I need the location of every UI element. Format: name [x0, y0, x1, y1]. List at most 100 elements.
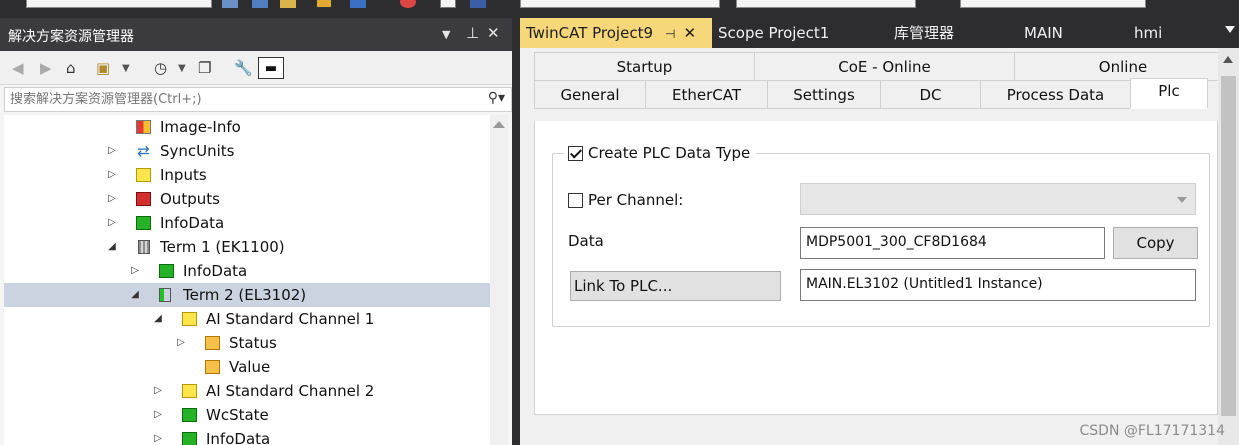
- tab-ethercat[interactable]: EtherCAT: [645, 80, 768, 109]
- toolbar-icon[interactable]: [316, 0, 332, 8]
- expand-arrow-icon[interactable]: ▷: [129, 259, 141, 283]
- tab-online[interactable]: Online: [1014, 52, 1232, 81]
- collapse-arrow-icon[interactable]: ◢: [152, 307, 164, 331]
- chevron-down-icon[interactable]: [1177, 197, 1187, 203]
- infodata-icon: [182, 432, 197, 445]
- tree-node-value[interactable]: Value: [4, 355, 490, 379]
- tree-node-infodata[interactable]: ▷ InfoData: [4, 211, 490, 235]
- close-icon[interactable]: ✕: [487, 24, 500, 42]
- project-combo[interactable]: [520, 0, 720, 8]
- checkbox-checked-icon[interactable]: [568, 145, 583, 161]
- per-channel-combo[interactable]: [800, 183, 1196, 215]
- tab-label: DC: [919, 86, 942, 104]
- collapse-arrow-icon[interactable]: ◢: [129, 283, 141, 307]
- scroll-up-icon[interactable]: [493, 121, 505, 128]
- copy-button[interactable]: Copy: [1113, 227, 1198, 259]
- tab-general[interactable]: General: [534, 80, 646, 109]
- close-icon[interactable]: ✕: [683, 24, 696, 42]
- toolbar-icon[interactable]: [470, 0, 486, 8]
- tab-dc[interactable]: DC: [880, 80, 981, 109]
- forward-icon[interactable]: ▶: [40, 57, 52, 79]
- expand-arrow-icon[interactable]: ▷: [152, 379, 164, 403]
- tree-node-syncunits[interactable]: ▷ ⇄ SyncUnits: [4, 139, 490, 163]
- collapse-arrow-icon[interactable]: ◢: [106, 235, 118, 259]
- tab-overflow-dropdown-icon[interactable]: [1225, 26, 1235, 33]
- pin-icon[interactable]: ⊥: [466, 24, 479, 42]
- per-channel-checkbox[interactable]: Per Channel:: [568, 190, 683, 210]
- doc-tab-hmi[interactable]: hmi: [1134, 18, 1162, 48]
- expand-arrow-icon[interactable]: ▷: [106, 187, 118, 211]
- tree-node-outputs[interactable]: ▷ Outputs: [4, 187, 490, 211]
- tree-node-wcstate[interactable]: ▷ WcState: [4, 403, 490, 427]
- tree-scrollbar[interactable]: [490, 115, 508, 445]
- toolbar-icon[interactable]: [280, 0, 296, 8]
- toolbar-icon[interactable]: [400, 0, 416, 8]
- instance-combo[interactable]: [960, 0, 1146, 8]
- tree-node-image-info[interactable]: Image-Info: [4, 115, 490, 139]
- editor-scrollbar[interactable]: [1218, 48, 1239, 445]
- sync-icon: ⇄: [137, 142, 150, 160]
- expand-arrow-icon[interactable]: ▷: [152, 403, 164, 427]
- tree-node-term1[interactable]: ◢ Term 1 (EK1100): [4, 235, 490, 259]
- expand-arrow-icon[interactable]: ▷: [175, 331, 187, 355]
- tab-label: EtherCAT: [672, 86, 741, 104]
- tab-plc[interactable]: Plc: [1130, 78, 1208, 109]
- tab-startup[interactable]: Startup: [534, 52, 755, 81]
- dropdown-arrow-icon[interactable]: ▼: [442, 28, 450, 41]
- tree-node-label: Value: [229, 358, 271, 376]
- scrollbar-thumb[interactable]: [1221, 76, 1236, 416]
- pending-changes-icon[interactable]: ◷: [154, 57, 167, 79]
- checkbox-unchecked-icon[interactable]: [568, 192, 583, 208]
- back-icon[interactable]: ◀: [12, 57, 24, 79]
- expand-arrow-icon[interactable]: ▷: [152, 427, 164, 445]
- scroll-up-icon[interactable]: [1223, 56, 1233, 63]
- expand-arrow-icon[interactable]: ▷: [106, 211, 118, 235]
- tree-node-ai-channel-1[interactable]: ◢ AI Standard Channel 1: [4, 307, 490, 331]
- tab-settings[interactable]: Settings: [767, 80, 881, 109]
- collapse-all-icon[interactable]: ❐: [198, 57, 211, 79]
- toolbar-icon[interactable]: [350, 0, 366, 8]
- tree-node-infodata[interactable]: ▷ InfoData: [4, 427, 490, 445]
- tree-node-term2[interactable]: ◢ Term 2 (EL3102): [4, 283, 490, 307]
- target-combo[interactable]: [736, 0, 916, 8]
- tree-node-label: InfoData: [206, 430, 271, 445]
- tab-process-data[interactable]: Process Data: [980, 80, 1131, 109]
- tree-node-inputs[interactable]: ▷ Inputs: [4, 163, 490, 187]
- chevron-down-icon[interactable]: ▼: [178, 57, 186, 79]
- solution-search-box[interactable]: ⚲▾: [4, 87, 512, 112]
- tab-label: General: [560, 86, 620, 104]
- pin-icon[interactable]: ⊣: [665, 27, 675, 41]
- tree-node-infodata[interactable]: ▷ InfoData: [4, 259, 490, 283]
- properties-wrench-icon[interactable]: 🔧: [234, 57, 253, 79]
- doc-tab-main[interactable]: MAIN: [1024, 18, 1063, 48]
- doc-tab-library-manager[interactable]: 库管理器: [894, 18, 954, 48]
- tab-coe-online[interactable]: CoE - Online: [754, 52, 1015, 81]
- solution-config-combo[interactable]: [26, 0, 212, 8]
- expand-arrow-icon[interactable]: ▷: [106, 163, 118, 187]
- top-toolbar-strip: [0, 0, 1239, 18]
- switch-views-icon[interactable]: ▣: [96, 57, 110, 79]
- chevron-down-icon[interactable]: ▼: [122, 57, 130, 79]
- variable-icon: [205, 360, 220, 374]
- tree-node-ai-channel-2[interactable]: ▷ AI Standard Channel 2: [4, 379, 490, 403]
- link-target-field[interactable]: MAIN.EL3102 (Untitled1 Instance): [800, 269, 1196, 301]
- tree-node-label: Term 1 (EK1100): [160, 238, 285, 256]
- create-plc-data-type-checkbox[interactable]: Create PLC Data Type: [564, 143, 757, 163]
- link-to-plc-button[interactable]: Link To PLC...: [570, 271, 781, 301]
- tree-node-status[interactable]: ▷ Status: [4, 331, 490, 355]
- preview-icon[interactable]: ▬: [258, 57, 284, 79]
- doc-tab-twincat-project9[interactable]: TwinCAT Project9 ⊣ ✕: [520, 18, 712, 48]
- doc-tab-label: hmi: [1134, 24, 1163, 42]
- panel-splitter[interactable]: [512, 18, 520, 445]
- tab-label: Plc: [1158, 82, 1180, 100]
- doc-tab-scope-project1[interactable]: Scope Project1: [718, 18, 829, 48]
- search-icon[interactable]: ⚲▾: [488, 90, 505, 106]
- doc-tab-label: TwinCAT Project9: [526, 24, 653, 42]
- toolbar-icon[interactable]: [440, 0, 456, 8]
- expand-arrow-icon[interactable]: ▷: [106, 139, 118, 163]
- toolbar-icon[interactable]: [222, 0, 238, 8]
- search-input[interactable]: [8, 90, 468, 109]
- toolbar-icon[interactable]: [252, 0, 268, 8]
- data-type-field[interactable]: MDP5001_300_CF8D1684: [800, 227, 1105, 259]
- home-icon[interactable]: ⌂: [66, 57, 76, 79]
